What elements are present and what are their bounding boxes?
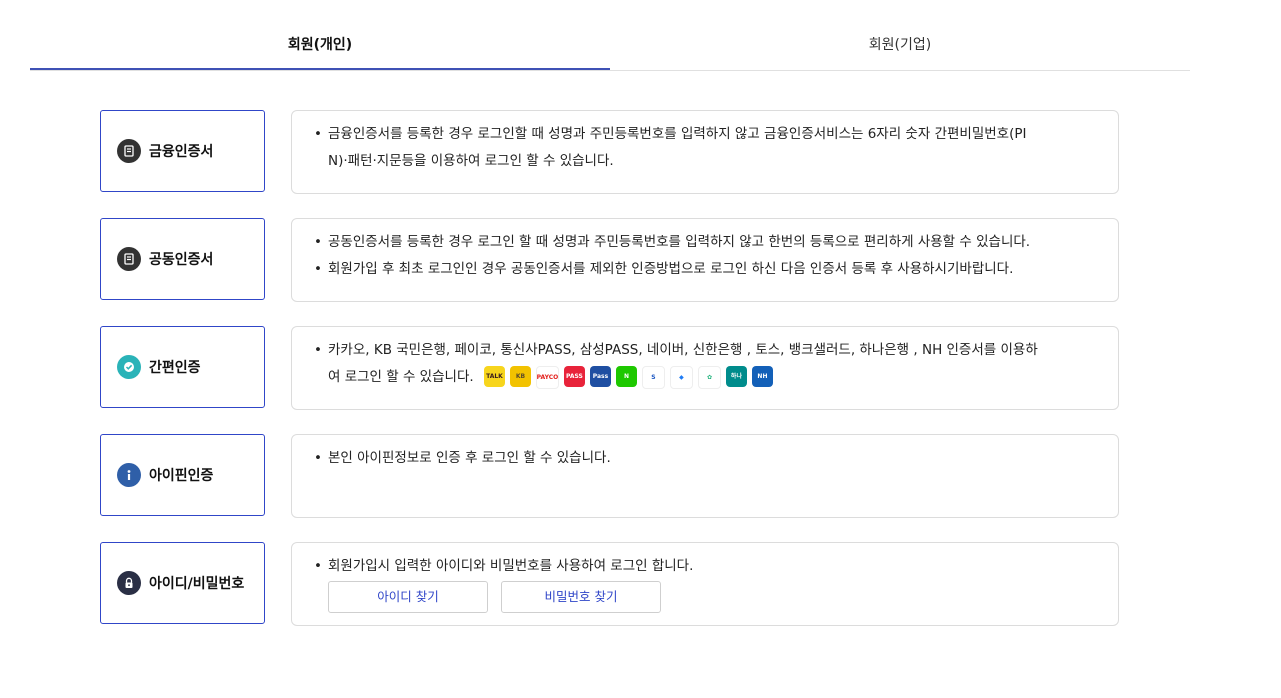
lock-icon	[117, 571, 141, 595]
simple-auth-description: 카카오, KB 국민은행, 페이코, 통신사PASS, 삼성PASS, 네이버,…	[291, 326, 1119, 410]
simple-auth-button[interactable]: 간편인증	[100, 326, 265, 408]
simple-auth-label: 간편인증	[149, 360, 201, 376]
description-line: 공동인증서를 등록한 경우 로그인 할 때 성명과 주민등록번호를 입력하지 않…	[314, 229, 1102, 256]
joint-cert-description: 공동인증서를 등록한 경우 로그인 할 때 성명과 주민등록번호를 입력하지 않…	[291, 218, 1119, 302]
id-password-label: 아이디/비밀번호	[149, 576, 245, 592]
description-line: 회원가입시 입력한 아이디와 비밀번호를 사용하여 로그인 합니다.	[314, 553, 1102, 580]
description-line: 본인 아이핀정보로 인증 후 로그인 할 수 있습니다.	[314, 445, 1102, 472]
hana-icon: 하나	[725, 365, 747, 387]
login-type-tabs: 회원(개인) 회원(기업)	[30, 20, 1190, 71]
financial-cert-label: 금융인증서	[149, 144, 214, 160]
find-password-button[interactable]: 비밀번호 찾기	[501, 581, 661, 613]
find-id-button[interactable]: 아이디 찾기	[328, 581, 488, 613]
ipin-icon	[117, 463, 141, 487]
id-password-button[interactable]: 아이디/비밀번호	[100, 542, 265, 624]
joint-cert-label: 공동인증서	[149, 252, 214, 268]
ipin-auth-button[interactable]: 아이핀인증	[100, 434, 265, 516]
kb-icon: KB	[509, 365, 531, 387]
payco-icon: PAYCO	[535, 365, 559, 389]
id-password-description: 회원가입시 입력한 아이디와 비밀번호를 사용하여 로그인 합니다. 아이디 찾…	[291, 542, 1119, 626]
tab-personal[interactable]: 회원(개인)	[30, 20, 610, 70]
ipin-auth-label: 아이핀인증	[149, 468, 214, 484]
samsung-pass-icon: Pass	[589, 365, 611, 387]
pass-icon: PASS	[563, 365, 585, 387]
nh-icon: NH	[751, 365, 773, 387]
joint-cert-icon	[117, 247, 141, 271]
financial-cert-button[interactable]: 금융인증서	[100, 110, 265, 192]
naver-icon: N	[615, 365, 637, 387]
financial-cert-icon	[117, 139, 141, 163]
description-line: 금융인증서를 등록한 경우 로그인할 때 성명과 주민등록번호를 입력하지 않고…	[314, 121, 1102, 175]
financial-cert-description: 금융인증서를 등록한 경우 로그인할 때 성명과 주민등록번호를 입력하지 않고…	[291, 110, 1119, 194]
joint-cert-button[interactable]: 공동인증서	[100, 218, 265, 300]
auth-provider-icons: TALK KB PAYCO PASS Pass N S ◆ ✿ 하나 NH	[483, 365, 773, 389]
kakao-icon: TALK	[483, 365, 505, 387]
toss-icon: ◆	[669, 365, 693, 389]
description-line: 회원가입 후 최초 로그인인 경우 공동인증서를 제외한 인증방법으로 로그인 …	[314, 256, 1102, 283]
ipin-auth-description: 본인 아이핀정보로 인증 후 로그인 할 수 있습니다.	[291, 434, 1119, 518]
shinhan-icon: S	[641, 365, 665, 389]
simple-auth-icon	[117, 355, 141, 379]
tab-corporate[interactable]: 회원(기업)	[610, 20, 1190, 69]
description-line: 카카오, KB 국민은행, 페이코, 통신사PASS, 삼성PASS, 네이버,…	[314, 337, 1102, 391]
banksalad-icon: ✿	[697, 365, 721, 389]
